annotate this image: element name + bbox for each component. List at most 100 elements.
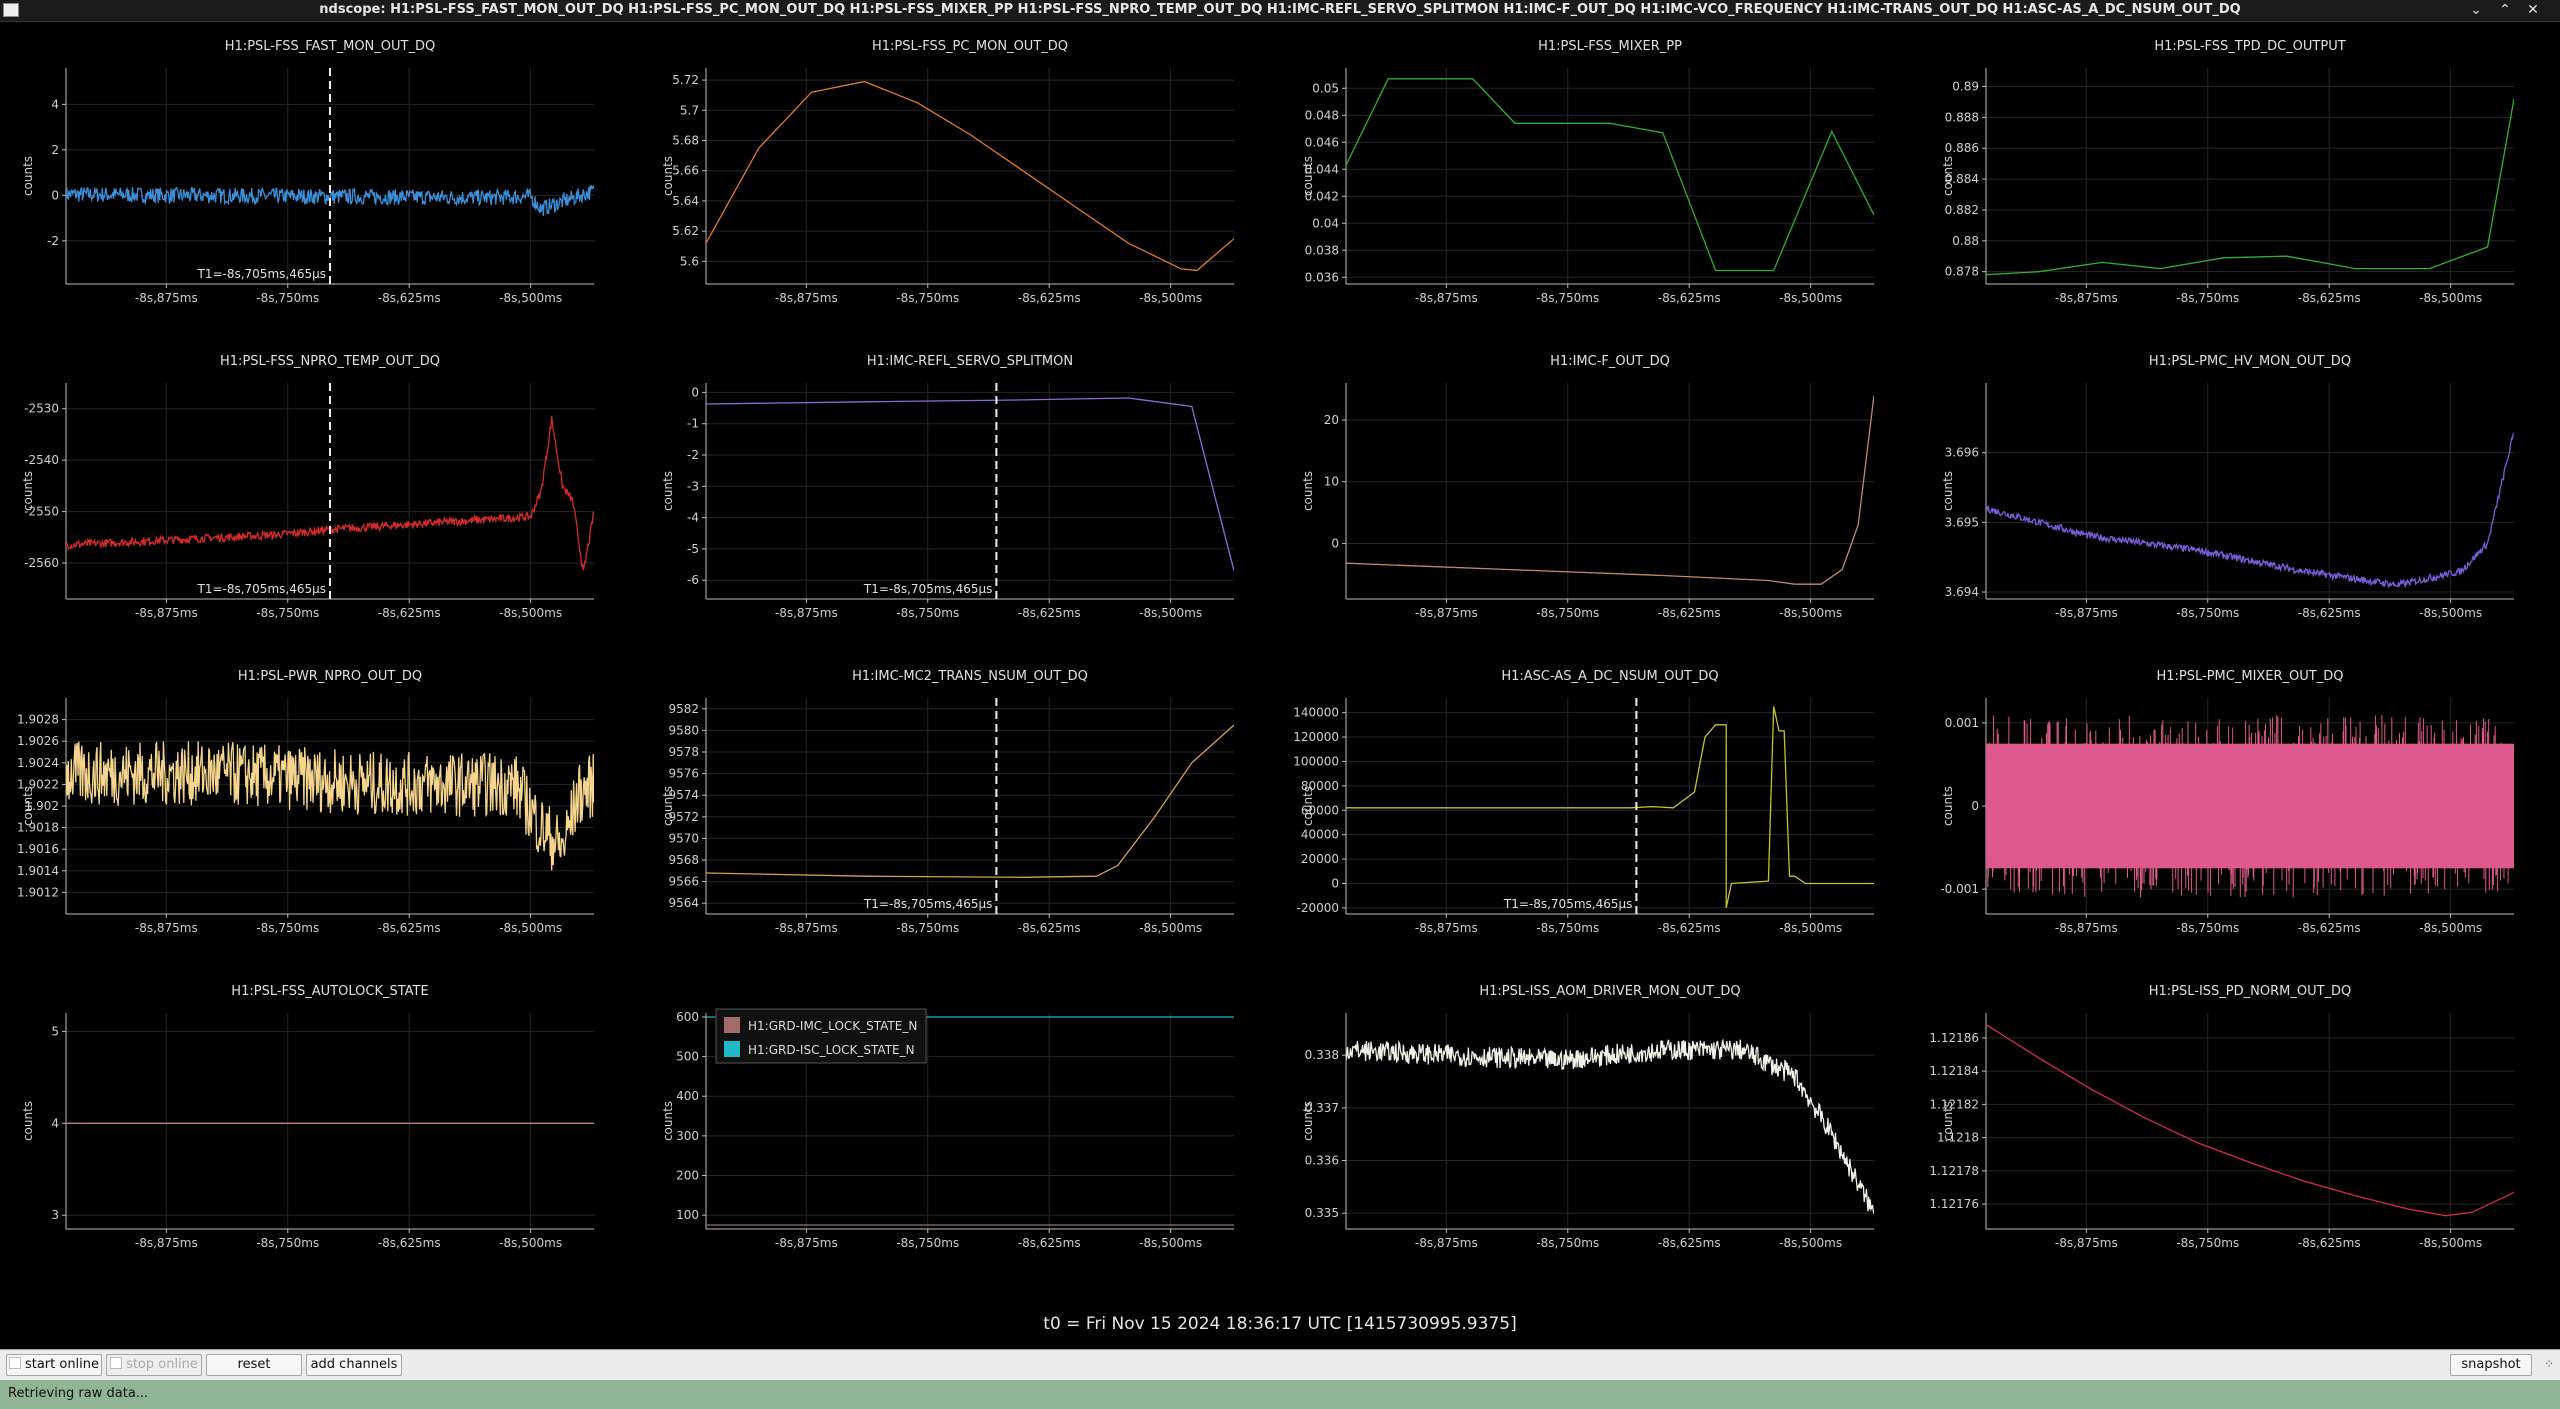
y-tick-label: 0.338 bbox=[1305, 1048, 1339, 1062]
plot-svg[interactable]: H1:PSL-FSS_NPRO_TEMP_OUT_DQ -2530 -2540 -25… bbox=[8, 343, 618, 635]
plot-panel[interactable]: H1:PSL-ISS_PD_NORM_OUT_DQ 1.12186 1.12184 1… bbox=[1928, 973, 2538, 1265]
y-axis-label: counts bbox=[1301, 786, 1315, 826]
y-tick-label: 10 bbox=[1324, 475, 1339, 489]
plot-panel[interactable]: H1:PSL-FSS_AUTOLOCK_STATE 5 4 3 -8s,875ms -8s… bbox=[8, 973, 618, 1265]
y-tick-label: 0.04 bbox=[1312, 216, 1339, 230]
x-tick-label: -8s,625ms bbox=[2298, 921, 2361, 935]
y-tick-label: 1.12184 bbox=[1929, 1064, 1979, 1078]
x-tick-label: -8s,625ms bbox=[1658, 921, 1721, 935]
plot-svg[interactable]: H1:PSL-FSS_AUTOLOCK_STATE 5 4 3 -8s,875ms -8s… bbox=[8, 973, 618, 1265]
plot-panel[interactable]: H1:PSL-FSS_MIXER_PP 0.05 0.048 0.046 0.044 0.… bbox=[1288, 28, 1898, 320]
plot-title: H1:IMC-F_OUT_DQ bbox=[1550, 354, 1670, 369]
plot-title: H1:PSL-FSS_PC_MON_OUT_DQ bbox=[872, 39, 1068, 54]
x-tick-label: -8s,500ms bbox=[1139, 1236, 1202, 1250]
cursor-label: T1=-8s,705ms,465µs bbox=[863, 897, 993, 911]
y-tick-label: 40000 bbox=[1301, 828, 1339, 842]
cursor-label: T1=-8s,705ms,465µs bbox=[863, 582, 993, 596]
plot-panel[interactable]: H1:IMC-REFL_SERVO_SPLITMON 0 -1 -2 -3 -4 -5 -6 -… bbox=[648, 343, 1258, 635]
resize-grip-icon[interactable]: ⁘ bbox=[2544, 1357, 2556, 1371]
y-tick-label: 2 bbox=[51, 143, 59, 157]
x-tick-label: -8s,500ms bbox=[2419, 1236, 2482, 1250]
plot-panel[interactable]: H1:PSL-PMC_MIXER_OUT_DQ 0.001 0 -0.001 -8s,8… bbox=[1928, 658, 2538, 950]
snapshot-button[interactable]: snapshot bbox=[2450, 1354, 2532, 1376]
x-tick-label: -8s,750ms bbox=[256, 291, 319, 305]
trace-group bbox=[1986, 98, 2514, 276]
start-online-button[interactable]: start online bbox=[6, 1354, 102, 1376]
plot-panel[interactable]: H1:IMC-MC2_TRANS_NSUM_OUT_DQ 9582 9580 9578… bbox=[648, 658, 1258, 950]
x-tick-label: -8s,625ms bbox=[1658, 1236, 1721, 1250]
x-tick-label: -8s,750ms bbox=[256, 921, 319, 935]
plot-svg[interactable]: H1:IMC-REFL_SERVO_SPLITMON 0 -1 -2 -3 -4 -5 -6 -… bbox=[648, 343, 1258, 635]
plot-panel[interactable]: H1:ASC-AS_A_DC_NSUM_OUT_DQ 140000 120000 10… bbox=[1288, 658, 1898, 950]
plot-panel[interactable]: H1:IMC-F_OUT_DQ 20 10 0 -8s,875ms -8s,750ms -8… bbox=[1288, 343, 1898, 635]
plot-svg[interactable]: 600 500 400 300 200 100 -8s,875ms -8s,750ms -8s,… bbox=[648, 973, 1258, 1265]
x-tick-label: -8s,875ms bbox=[1415, 921, 1478, 935]
plot-panel[interactable]: H1:PSL-FSS_NPRO_TEMP_OUT_DQ -2530 -2540 -25… bbox=[8, 343, 618, 635]
plot-svg[interactable]: H1:IMC-F_OUT_DQ 20 10 0 -8s,875ms -8s,750ms -8… bbox=[1288, 343, 1898, 635]
plot-svg[interactable]: H1:PSL-PMC_MIXER_OUT_DQ 0.001 0 -0.001 -8s,8… bbox=[1928, 658, 2538, 950]
y-tick-label: 1.12186 bbox=[1929, 1031, 1979, 1045]
minimize-icon[interactable]: ⌄ bbox=[2465, 1, 2487, 19]
window-titlebar: ndscope: H1:PSL-FSS_FAST_MON_OUT_DQ H1:P… bbox=[0, 0, 2560, 22]
stop-icon bbox=[110, 1357, 123, 1369]
plot-panel[interactable]: H1:PSL-FSS_TPD_DC_OUTPUT 0.89 0.888 0.886 0.… bbox=[1928, 28, 2538, 320]
plot-panel[interactable]: H1:PSL-PWR_NPRO_OUT_DQ 1.9028 1.9026 1.9024… bbox=[8, 658, 618, 950]
plot-panel[interactable]: H1:PSL-PMC_HV_MON_OUT_DQ 3.696 3.695 3.694 -… bbox=[1928, 343, 2538, 635]
plot-svg[interactable]: H1:PSL-FSS_FAST_MON_OUT_DQ 4 2 0 -2 -8s,875ms… bbox=[8, 28, 618, 320]
plot-svg[interactable]: H1:PSL-PMC_HV_MON_OUT_DQ 3.696 3.695 3.694 -… bbox=[1928, 343, 2538, 635]
plot-svg[interactable]: H1:PSL-FSS_MIXER_PP0.050.0480.0460.0440.… bbox=[1288, 28, 1898, 320]
y-tick-label: 1.9012 bbox=[17, 885, 59, 899]
x-tick-label: -8s,625ms bbox=[2298, 606, 2361, 620]
y-tick-label: 5.68 bbox=[672, 134, 699, 148]
plot-svg[interactable]: H1:PSL-ISS_AOM_DRIVER_MON_OUT_DQ 0.338 0.3… bbox=[1288, 973, 1898, 1265]
y-axis-label: counts bbox=[1301, 471, 1315, 511]
y-axis-label: counts bbox=[1941, 1101, 1955, 1141]
plot-svg[interactable]: H1:IMC-MC2_TRANS_NSUM_OUT_DQ 9582 9580 9578… bbox=[648, 658, 1258, 950]
y-tick-label: 9568 bbox=[668, 853, 699, 867]
plot-title: H1:PSL-PMC_MIXER_OUT_DQ bbox=[2157, 669, 2344, 684]
y-tick-label: 0.048 bbox=[1305, 108, 1339, 122]
close-icon[interactable]: ✕ bbox=[2522, 1, 2544, 19]
plot-panel[interactable]: H1:PSL-FSS_FAST_MON_OUT_DQ 4 2 0 -2 -8s,875ms… bbox=[8, 28, 618, 320]
y-tick-label: 5.66 bbox=[672, 164, 699, 178]
plot-panel[interactable]: 600 500 400 300 200 100 -8s,875ms -8s,750ms -8s,… bbox=[648, 973, 1258, 1265]
plot-svg[interactable]: H1:PSL-PWR_NPRO_OUT_DQ 1.9028 1.9026 1.9024… bbox=[8, 658, 618, 950]
legend-swatch bbox=[724, 1017, 740, 1033]
x-tick-label: -8s,750ms bbox=[2176, 606, 2239, 620]
x-tick-label: -8s,500ms bbox=[1779, 291, 1842, 305]
toolbar: start online stop online reset add chann… bbox=[0, 1349, 2560, 1380]
y-axis-label: counts bbox=[1941, 786, 1955, 826]
y-tick-label: 100 bbox=[676, 1208, 699, 1222]
plot-svg[interactable]: H1:ASC-AS_A_DC_NSUM_OUT_DQ 140000 120000 10… bbox=[1288, 658, 1898, 950]
y-axis-label: counts bbox=[21, 156, 35, 196]
plot-panel[interactable]: H1:PSL-ISS_AOM_DRIVER_MON_OUT_DQ 0.338 0.3… bbox=[1288, 973, 1898, 1265]
y-tick-label: -6 bbox=[687, 573, 699, 587]
reset-button[interactable]: reset bbox=[206, 1354, 302, 1376]
x-tick-label: -8s,875ms bbox=[2055, 921, 2118, 935]
stop-online-button[interactable]: stop online bbox=[106, 1354, 202, 1376]
x-tick-label: -8s,625ms bbox=[2298, 1236, 2361, 1250]
y-tick-label: 600 bbox=[676, 1010, 699, 1024]
plot-title: H1:PSL-FSS_TPD_DC_OUTPUT bbox=[2154, 39, 2345, 54]
plot-panel[interactable]: H1:PSL-FSS_PC_MON_OUT_DQ 5.72 5.7 5.68 5.66 5… bbox=[648, 28, 1258, 320]
plot-grid[interactable]: H1:PSL-FSS_FAST_MON_OUT_DQ 4 2 0 -2 -8s,875ms… bbox=[0, 22, 2560, 1322]
y-axis-label: counts bbox=[661, 1101, 675, 1141]
maximize-icon[interactable]: ⌃ bbox=[2494, 1, 2516, 19]
stop-online-label: stop online bbox=[126, 1357, 198, 1372]
y-tick-label: 9570 bbox=[668, 831, 699, 845]
y-tick-label: 0.886 bbox=[1945, 141, 1979, 155]
y-tick-label: 0 bbox=[51, 188, 59, 202]
y-axis-label: counts bbox=[21, 1101, 35, 1141]
y-tick-label: 4 bbox=[51, 1116, 59, 1130]
add-channels-button[interactable]: add channels bbox=[306, 1354, 402, 1376]
x-tick-label: -8s,500ms bbox=[1779, 1236, 1842, 1250]
plot-svg[interactable]: H1:PSL-ISS_PD_NORM_OUT_DQ 1.12186 1.12184 1… bbox=[1928, 973, 2538, 1265]
y-tick-label: 9564 bbox=[668, 896, 699, 910]
x-tick-label: -8s,875ms bbox=[1415, 291, 1478, 305]
plot-svg[interactable]: H1:PSL-FSS_TPD_DC_OUTPUT 0.89 0.888 0.886 0.… bbox=[1928, 28, 2538, 320]
plot-svg[interactable]: H1:PSL-FSS_PC_MON_OUT_DQ 5.72 5.7 5.68 5.66 5… bbox=[648, 28, 1258, 320]
y-tick-label: 300 bbox=[676, 1129, 699, 1143]
x-tick-label: -8s,875ms bbox=[1415, 1236, 1478, 1250]
x-tick-label: -8s,750ms bbox=[256, 1236, 319, 1250]
y-axis-label: counts bbox=[1941, 156, 1955, 196]
